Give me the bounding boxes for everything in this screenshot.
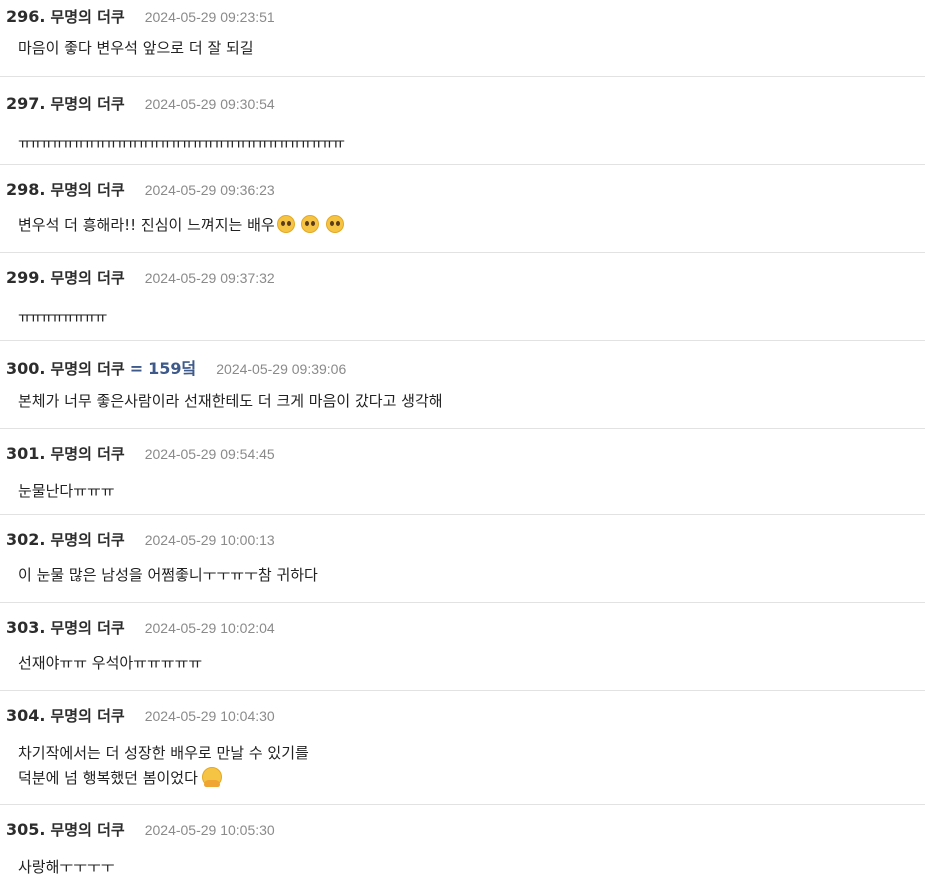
comment-item: 298. 무명의 더쿠 2024-05-29 09:36:23 변우석 더 흥해… [0,165,925,253]
comment-text: 선재야ㅠㅠ 우석아ㅠㅠㅠㅠㅠ [18,654,203,672]
comment-number[interactable]: 300. [6,359,45,378]
comment-header: 296. 무명의 더쿠 2024-05-29 09:23:51 [6,4,925,36]
comment-timestamp: 2024-05-29 09:54:45 [144,446,275,462]
comment-timestamp: 2024-05-29 10:00:13 [144,532,275,548]
comment-body: 마음이 좋다 변우석 앞으로 더 잘 되길 [6,36,925,61]
comment-number[interactable]: 296. [6,7,45,26]
comment-author: 무명의 더쿠 [50,707,125,725]
comment-text: 사랑해ㅜㅜㅜㅜ [18,858,115,876]
comment-text: 이 눈물 많은 남성을 어쩜좋니ㅜㅜㅠㅜ참 귀하다 [18,566,318,584]
comment-number[interactable]: 305. [6,820,45,839]
comment-item: 305. 무명의 더쿠 2024-05-29 10:05:30 사랑해ㅜㅜㅜㅜ [0,805,925,885]
comment-header: 299. 무명의 더쿠 2024-05-29 09:37:32 [6,265,925,297]
comment-text: ㅠㅠㅠㅠㅠㅠㅠㅠㅠㅠㅠㅠㅠㅠㅠㅠㅠㅠㅠㅠㅠㅠㅠㅠㅠㅠㅠㅠㅠㅠ [18,134,345,152]
comment-item: 303. 무명의 더쿠 2024-05-29 10:02:04 선재야ㅠㅠ 우석… [0,603,925,691]
comment-body: 변우석 더 흥해라!! 진심이 느껴지는 배우 [6,209,925,238]
comment-author: 무명의 더쿠 [50,619,125,637]
comment-timestamp: 2024-05-29 09:23:51 [144,9,275,25]
comment-timestamp: 2024-05-29 10:04:30 [144,708,275,724]
comment-body: ㅠㅠㅠㅠㅠㅠㅠㅠㅠㅠㅠㅠㅠㅠㅠㅠㅠㅠㅠㅠㅠㅠㅠㅠㅠㅠㅠㅠㅠㅠ [6,123,925,156]
comment-header: 298. 무명의 더쿠 2024-05-29 09:36:23 [6,177,925,209]
comment-timestamp: 2024-05-29 10:05:30 [144,822,275,838]
comment-item: 304. 무명의 더쿠 2024-05-29 10:04:30 차기작에서는 더… [0,691,925,805]
comment-author: 무명의 더쿠 [50,269,125,287]
comment-number[interactable]: 301. [6,444,45,463]
comment-header: 297. 무명의 더쿠 2024-05-29 09:30:54 [6,91,925,123]
comment-header: 304. 무명의 더쿠 2024-05-29 10:04:30 [6,703,925,735]
comment-item: 302. 무명의 더쿠 2024-05-29 10:00:13 이 눈물 많은 … [0,515,925,603]
comment-body: 차기작에서는 더 성장한 배우로 만날 수 있기를 덕분에 넘 행복했던 봄이었… [6,735,925,791]
comment-thread: 296. 무명의 더쿠 2024-05-29 09:23:51 마음이 좋다 변… [0,0,925,885]
comment-author: 무명의 더쿠 [50,8,125,26]
comment-header: 303. 무명의 더쿠 2024-05-29 10:02:04 [6,615,925,647]
comment-text: 덕분에 넘 행복했던 봄이었다 [18,769,198,787]
reply-equals: = [129,359,144,378]
comment-author: 무명의 더쿠 [50,181,125,199]
comment-number[interactable]: 302. [6,530,45,549]
comment-header: 300. 무명의 더쿠 = 159덬 2024-05-29 09:39:06 [6,353,925,385]
comment-author: 무명의 더쿠 [50,95,125,113]
comment-number[interactable]: 303. [6,618,45,637]
comment-number[interactable]: 297. [6,94,45,113]
comment-header: 305. 무명의 더쿠 2024-05-29 10:05:30 [6,817,925,849]
comment-timestamp: 2024-05-29 09:39:06 [216,361,347,377]
comment-author: 무명의 더쿠 [50,531,125,549]
comment-body: ㅠㅠㅠㅠㅠㅠㅠㅠ [6,297,925,330]
comment-text: 눈물난다ㅠㅠㅠ [18,482,115,500]
comment-timestamp: 2024-05-29 09:36:23 [144,182,275,198]
comment-item: 296. 무명의 더쿠 2024-05-29 09:23:51 마음이 좋다 변… [0,0,925,77]
comment-body: 선재야ㅠㅠ 우석아ㅠㅠㅠㅠㅠ [6,647,925,676]
comment-number[interactable]: 299. [6,268,45,287]
comment-author: 무명의 더쿠 [50,360,125,378]
comment-author: 무명의 더쿠 [50,445,125,463]
comment-author: 무명의 더쿠 [50,821,125,839]
comment-number[interactable]: 298. [6,180,45,199]
comment-timestamp: 2024-05-29 09:30:54 [144,96,275,112]
comment-header: 301. 무명의 더쿠 2024-05-29 09:54:45 [6,441,925,473]
comment-item: 297. 무명의 더쿠 2024-05-29 09:30:54 ㅠㅠㅠㅠㅠㅠㅠㅠ… [0,77,925,165]
hugging-face-icon [201,767,222,787]
comment-number[interactable]: 304. [6,706,45,725]
comment-item: 301. 무명의 더쿠 2024-05-29 09:54:45 눈물난다ㅠㅠㅠ [0,429,925,515]
comment-timestamp: 2024-05-29 09:37:32 [144,270,275,286]
reply-reference-link[interactable]: 159덬 [148,355,196,379]
comment-body: 이 눈물 많은 남성을 어쩜좋니ㅜㅜㅠㅜ참 귀하다 [6,559,925,588]
comment-text: 변우석 더 흥해라!! 진심이 느껴지는 배우 [18,216,275,234]
comment-text: 마음이 좋다 변우석 앞으로 더 잘 되길 [18,39,254,57]
comment-header: 302. 무명의 더쿠 2024-05-29 10:00:13 [6,527,925,559]
pleading-face-icon [301,215,320,233]
comment-body: 사랑해ㅜㅜㅜㅜ [6,849,925,880]
comment-text: ㅠㅠㅠㅠㅠㅠㅠㅠ [18,308,107,326]
comment-item: 300. 무명의 더쿠 = 159덬 2024-05-29 09:39:06 본… [0,341,925,429]
comment-text: 본체가 너무 좋은사람이라 선재한테도 더 크게 마음이 갔다고 생각해 [18,392,443,410]
pleading-face-icon [276,215,295,233]
pleading-face-icon [326,215,345,233]
comment-text: 차기작에서는 더 성장한 배우로 만날 수 있기를 [18,744,309,762]
comment-item: 299. 무명의 더쿠 2024-05-29 09:37:32 ㅠㅠㅠㅠㅠㅠㅠㅠ [0,253,925,341]
comment-timestamp: 2024-05-29 10:02:04 [144,620,275,636]
comment-body: 본체가 너무 좋은사람이라 선재한테도 더 크게 마음이 갔다고 생각해 [6,385,925,414]
comment-body: 눈물난다ㅠㅠㅠ [6,473,925,504]
